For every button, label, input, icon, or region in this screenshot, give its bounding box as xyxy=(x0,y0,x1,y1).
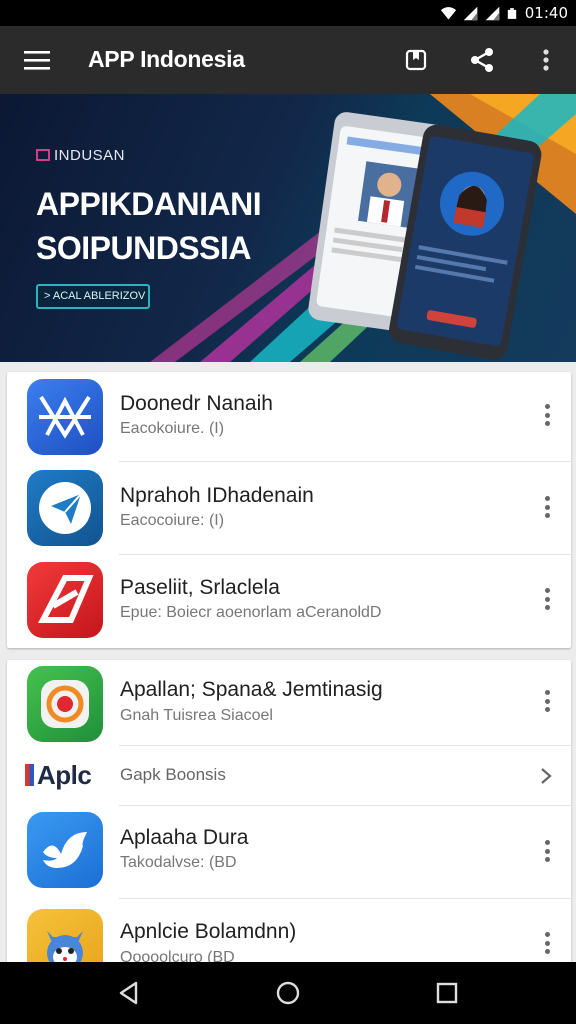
app-title: APP Indonesia xyxy=(88,46,245,72)
section-header[interactable]: Aplc Gapk Boonsis xyxy=(7,746,571,806)
more-vert-icon[interactable] xyxy=(541,932,553,954)
status-time: 01:40 xyxy=(524,4,568,22)
chevron-right-icon[interactable] xyxy=(539,767,553,785)
more-vert-icon[interactable] xyxy=(532,46,560,74)
banner-kicker-text: INDUSAN xyxy=(54,147,126,164)
promo-banner[interactable]: INDUSAN APPIKDANIANI SOIPUNDSSIA > ACAL … xyxy=(0,94,576,362)
app-name: Paseliit, Srlaclela xyxy=(120,576,280,599)
home-icon[interactable] xyxy=(273,978,303,1008)
recents-icon[interactable] xyxy=(432,978,462,1008)
app-subtitle: Eacocoiure: (I) xyxy=(120,512,225,529)
app-list-card: Doonedr Nanaih Eacokoiure. (I) Nprahoh I… xyxy=(7,372,571,648)
list-item[interactable]: Nprahoh IDhadenain Eacocoiure: (I) xyxy=(7,464,571,556)
section-label: Gapk Boonsis xyxy=(120,765,226,784)
blue-star-app-icon xyxy=(27,379,103,455)
more-vert-icon[interactable] xyxy=(541,690,553,712)
more-vert-icon[interactable] xyxy=(541,840,553,862)
more-vert-icon[interactable] xyxy=(541,496,553,518)
bookmark-icon[interactable] xyxy=(402,46,430,74)
list-item[interactable]: Aplaaha Dura Takodalvse: (BD xyxy=(7,806,571,898)
back-icon[interactable] xyxy=(114,978,144,1008)
section-logo: Aplc xyxy=(25,760,92,791)
app-subtitle: Takodalvse: (BD xyxy=(120,854,237,871)
list-item[interactable]: Doonedr Nanaih Eacokoiure. (I) xyxy=(7,372,571,464)
wifi-icon xyxy=(440,6,456,19)
send-plane-app-icon xyxy=(27,470,103,546)
app-subtitle: Gnah Tuisrea Siacoel xyxy=(120,707,273,724)
app-subtitle: Eacokoiure. (I) xyxy=(120,420,225,437)
divider xyxy=(119,554,571,555)
app-name: Apallan; Spana& Jemtinasig xyxy=(120,678,383,701)
status-icons: 01:40 xyxy=(440,2,568,24)
banner-title: APPIKDANIANI SOIPUNDSSIA xyxy=(36,182,262,270)
red-a-app-icon xyxy=(27,562,103,638)
app-name: Doonedr Nanaih xyxy=(120,392,273,415)
app-list-card: Apallan; Spana& Jemtinasig Gnah Tuisrea … xyxy=(7,660,571,970)
menu-icon[interactable] xyxy=(24,48,50,72)
share-icon[interactable] xyxy=(468,46,496,74)
app-name: Nprahoh IDhadenain xyxy=(120,484,314,507)
section-logo-text: Aplc xyxy=(37,760,92,790)
signal-icon xyxy=(463,6,478,20)
grid-icon xyxy=(36,149,50,161)
list-item[interactable]: Apnlcie Bolamdnn) Qoooolcuro (BD xyxy=(7,899,571,970)
cat-mascot-app-icon xyxy=(27,909,103,970)
blue-bird-app-icon xyxy=(27,812,103,888)
more-vert-icon[interactable] xyxy=(541,588,553,610)
more-vert-icon[interactable] xyxy=(541,404,553,426)
phone-screen: 01:40 APP Indonesia INDUSAN APPIKDANIANI… xyxy=(0,0,576,1024)
banner-kicker: INDUSAN xyxy=(36,147,125,164)
banner-title-line-2: SOIPUNDSSIA xyxy=(36,230,251,266)
app-name: Aplaaha Dura xyxy=(120,826,249,849)
green-camera-app-icon xyxy=(27,666,103,742)
app-bar: APP Indonesia xyxy=(0,26,576,94)
battery-icon xyxy=(507,7,516,19)
status-bar: 01:40 xyxy=(0,0,576,26)
signal-icon xyxy=(485,6,500,20)
divider xyxy=(119,461,571,462)
list-item[interactable]: Apallan; Spana& Jemtinasig Gnah Tuisrea … xyxy=(7,660,571,746)
banner-title-line-1: APPIKDANIANI xyxy=(36,186,262,222)
list-item[interactable]: Paseliit, Srlaclela Epue: Boiecr aoenorl… xyxy=(7,556,571,648)
banner-cta-button[interactable]: > ACAL ABLERIZOV xyxy=(36,284,150,309)
system-nav-bar xyxy=(0,962,576,1024)
flag-icon xyxy=(25,764,34,786)
app-subtitle: Epue: Boiecr aoenorlam aCeranoldD xyxy=(120,604,382,621)
app-name: Apnlcie Bolamdnn) xyxy=(120,920,297,943)
